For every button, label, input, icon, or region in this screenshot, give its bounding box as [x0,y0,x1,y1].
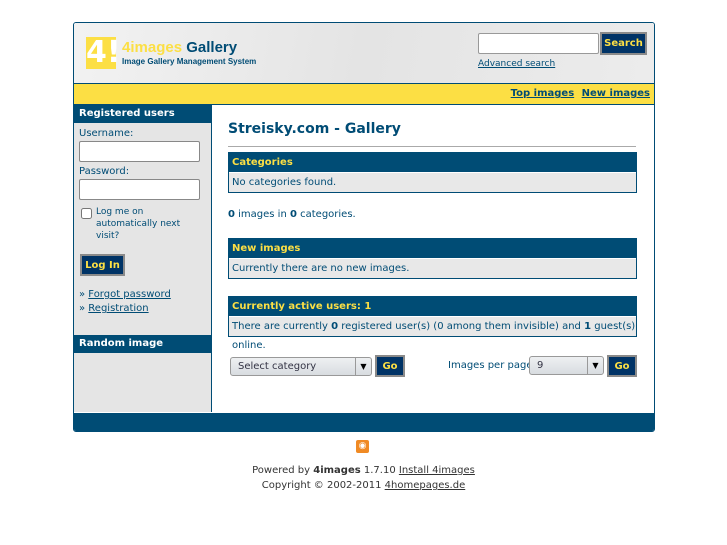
active-users-text: There are currently 0 registered user(s)… [229,316,636,351]
active-users-box: Currently active users: 1 There are curr… [228,296,637,351]
version: 1.7.10 [360,465,399,476]
search-button[interactable]: Search [600,32,647,55]
random-image-heading: Random image [74,335,211,353]
remember-checkbox[interactable] [81,208,92,219]
image-count-number: 0 [228,209,235,220]
registration-link[interactable]: Registration [88,303,148,314]
registered-users-heading: Registered users [74,105,211,123]
divider [228,146,636,147]
new-images-box: New images Currently there are no new im… [228,238,637,279]
image-count: 0 images in 0 categories. [228,209,356,220]
powered-brand: 4images [313,465,361,476]
password-label: Password: [79,166,130,177]
install-link[interactable]: Install 4images [399,465,475,476]
category-go-button[interactable]: Go [375,355,405,377]
nav-bar: Top images New images [74,84,654,105]
forgot-password-link[interactable]: Forgot password [88,289,171,300]
copyright-text: Copyright © 2002-2011 [261,480,385,491]
category-count-text: categories. [296,209,356,220]
t1: There are currently [232,321,332,332]
advanced-search-link[interactable]: Advanced search [478,59,555,69]
chevron-down-icon: ▼ [355,358,371,375]
image-count-text: images in [234,209,290,220]
categories-box: Categories No categories found. [228,152,637,193]
per-page-value: 9 [537,360,544,371]
login-button[interactable]: Log In [80,254,125,276]
new-images-heading: New images [229,239,636,258]
rss-icon[interactable]: ◉ [356,440,369,453]
footer-bar [74,413,654,431]
logo-text-yellow: 4images [122,39,183,56]
page-container: 4! 4images Gallery Image Gallery Managem… [73,22,655,432]
active-users-heading: Currently active users: 1 [229,297,636,316]
username-field[interactable] [79,141,200,162]
logo-icon: 4! [86,35,121,70]
header: 4! 4images Gallery Image Gallery Managem… [74,23,654,84]
category-select[interactable]: Select category ▼ [230,357,372,376]
powered-by: Powered by 4images 1.7.10 Install 4image… [0,465,727,476]
username-label: Username: [79,128,134,139]
categories-text: No categories found. [229,172,636,192]
logo[interactable]: 4images Gallery [122,39,237,56]
page-title: Streisky.com - Gallery [228,121,401,137]
guest-count: 1 [584,321,592,332]
powered-text: Powered by [252,465,314,476]
search-input[interactable] [478,33,599,54]
copyright: Copyright © 2002-2011 4homepages.de [0,480,727,491]
per-page-select[interactable]: 9 ▼ [529,356,604,375]
category-select-value: Select category [238,361,317,372]
logo-subtitle: Image Gallery Management System [122,57,257,66]
main-content: Streisky.com - Gallery Categories No cat… [212,105,654,412]
new-images-text: Currently there are no new images. [229,258,636,278]
top-images-link[interactable]: Top images [511,88,575,99]
remember-label: Log me on automatically next visit? [96,207,181,241]
new-images-link[interactable]: New images [582,88,650,99]
categories-heading: Categories [229,153,636,172]
per-page-go-button[interactable]: Go [607,355,637,377]
t2: registered user(s) (0 among them invisib… [338,321,585,332]
homepage-link[interactable]: 4homepages.de [385,480,466,491]
password-field[interactable] [79,179,200,200]
per-page-label: Images per page: [448,360,536,371]
sidebar: Registered users Username: Password: Log… [74,105,212,412]
chevron-down-icon: ▼ [587,357,603,374]
category-count-number: 0 [289,209,297,220]
logo-text-blue: Gallery [186,39,238,56]
